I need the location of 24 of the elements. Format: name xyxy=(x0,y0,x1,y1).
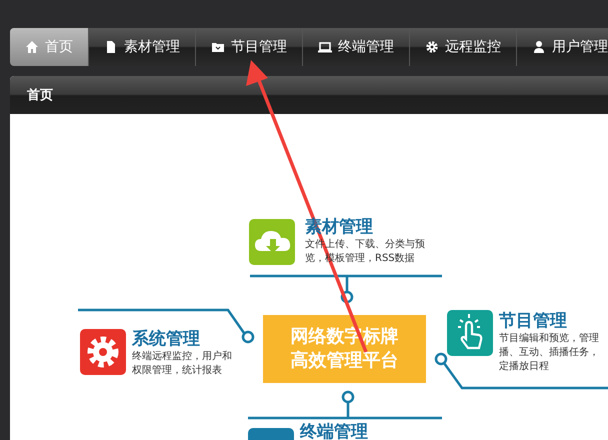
module-title: 终端管理 xyxy=(300,421,369,440)
module-title: 系统管理 xyxy=(132,328,201,350)
connector-node xyxy=(434,352,448,366)
nav-tab[interactable]: 用户管理 xyxy=(517,28,608,66)
platform-title: 高效管理平台 xyxy=(290,349,398,373)
nav-tab[interactable]: 远程监控 xyxy=(410,28,517,66)
module-description: 节目编辑和预览，管理 xyxy=(499,332,600,346)
home-icon xyxy=(25,40,39,54)
nav-tab[interactable]: 终端管理 xyxy=(303,28,410,66)
module-description: 定播放日程 xyxy=(499,360,550,374)
user-icon xyxy=(532,40,546,54)
module-description: 权限管理，统计报表 xyxy=(132,364,223,378)
module-title: 节目管理 xyxy=(499,310,568,332)
module-description: 播、互动、插播任务， xyxy=(499,346,600,360)
panel-title: 首页 xyxy=(27,87,53,104)
module-description: 终端远程监控，用户和 xyxy=(132,350,233,364)
laptop-icon xyxy=(318,40,332,54)
file-icon xyxy=(104,40,118,54)
nav-tab[interactable]: 素材管理 xyxy=(89,28,196,66)
folder-icon xyxy=(211,40,225,54)
connector-node xyxy=(342,390,354,404)
connector-node xyxy=(340,290,354,304)
gear-icon xyxy=(425,40,439,54)
connector-node xyxy=(242,330,254,344)
